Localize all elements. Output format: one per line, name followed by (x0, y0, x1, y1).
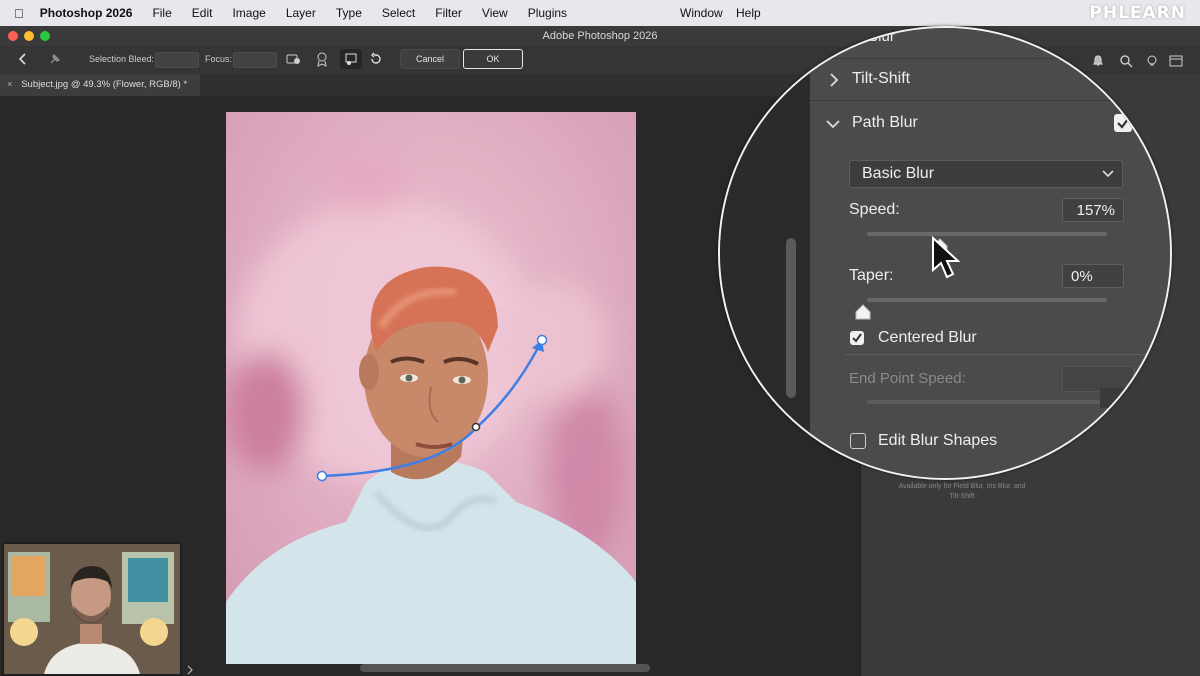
tab-close-icon[interactable]: × (7, 79, 13, 90)
centered-blur-label[interactable]: Centered Blur (878, 329, 977, 347)
speed-slider-track[interactable] (867, 232, 1107, 236)
menu-file[interactable]: File (152, 6, 171, 20)
iris-blur-label[interactable]: Iris Blur (844, 28, 895, 45)
remove-pin-toggle[interactable] (340, 49, 362, 69)
divider (810, 58, 1170, 59)
edit-blur-shapes-label[interactable]: Edit Blur Shapes (878, 432, 997, 450)
apple-icon[interactable]:  (14, 6, 24, 21)
blur-shapes-note: Available only for Field Blur, Iris Blur… (898, 483, 1026, 500)
menu-help[interactable]: Help (736, 6, 761, 20)
speed-value-field[interactable]: 157% (1062, 198, 1124, 222)
blur-path-start-handle[interactable] (316, 470, 328, 482)
high-quality-icon[interactable] (315, 51, 329, 67)
menu-view[interactable]: View (482, 6, 508, 20)
chevron-right-icon[interactable] (186, 665, 194, 675)
magnified-panel (810, 28, 1170, 478)
edit-blur-shapes-checkbox[interactable] (850, 433, 866, 449)
document-tab-title: Subject.jpg @ 49.3% (Flower, RGB/8) * (21, 79, 188, 90)
menu-plugins[interactable]: Plugins (528, 6, 567, 20)
taper-slider-thumb[interactable] (855, 304, 871, 320)
webcam-overlay (2, 542, 182, 676)
menu-filter[interactable]: Filter (435, 6, 462, 20)
taper-label: Taper: (849, 267, 894, 284)
end-point-speed-label: End Point Speed: (849, 370, 966, 387)
speed-label: Speed: (849, 201, 900, 218)
chevron-right-icon[interactable] (828, 72, 840, 88)
panel-shadow (1100, 388, 1170, 408)
selection-bleed-label: Selection Bleed: (89, 54, 155, 64)
portrait-illustration (226, 112, 636, 664)
end-point-speed-track (867, 400, 1107, 404)
blur-path-mid-handle[interactable] (471, 422, 481, 432)
divider (810, 100, 1170, 101)
path-blur-label[interactable]: Path Blur (852, 114, 918, 132)
magnified-scrollbar (786, 238, 796, 398)
macos-menubar:  Photoshop 2026 File Edit Image Layer T… (0, 0, 1200, 26)
chevron-down-icon (1102, 170, 1114, 178)
taper-slider-track[interactable] (867, 298, 1107, 302)
reset-icon[interactable] (369, 52, 383, 66)
presenter-video (4, 544, 180, 674)
magnified-canvas-edge (720, 28, 810, 478)
blur-path-end-handle[interactable] (536, 334, 548, 346)
focus-label: Focus: (205, 54, 233, 64)
selection-bleed-field[interactable] (155, 52, 199, 68)
menu-select[interactable]: Select (382, 6, 415, 20)
chevron-down-icon[interactable] (825, 118, 841, 130)
menu-window[interactable]: Window (680, 6, 723, 20)
menu-layer[interactable]: Layer (286, 6, 316, 20)
taper-value-field[interactable]: 0% (1062, 264, 1124, 288)
checkmark-icon (852, 333, 862, 343)
layout-icon[interactable] (1169, 54, 1187, 68)
blur-type-value: Basic Blur (862, 165, 935, 182)
remove-pin-icon (345, 53, 357, 65)
menu-edit[interactable]: Edit (192, 6, 213, 20)
menu-image[interactable]: Image (232, 6, 265, 20)
brand-logo: PHLEARN (1089, 3, 1186, 23)
pin-icon[interactable] (48, 52, 62, 66)
mouse-cursor-icon (932, 236, 960, 279)
blur-type-dropdown[interactable]: Basic Blur (849, 160, 1123, 188)
cancel-button[interactable]: Cancel (400, 49, 460, 69)
document-image[interactable] (226, 112, 636, 664)
ok-button[interactable]: OK (463, 49, 523, 69)
menu-type[interactable]: Type (336, 6, 362, 20)
zoom-magnifier: Iris Blur Tilt-Shift Path Blur Basic Blu… (718, 26, 1172, 480)
checkmark-icon (1117, 118, 1129, 129)
tilt-shift-label[interactable]: Tilt-Shift (852, 70, 910, 88)
divider (845, 354, 1145, 355)
centered-blur-checkbox[interactable] (850, 331, 864, 345)
menu-app-name[interactable]: Photoshop 2026 (40, 6, 133, 20)
path-blur-checkbox[interactable] (1114, 114, 1132, 132)
document-tab[interactable]: × Subject.jpg @ 49.3% (Flower, RGB/8) * (0, 74, 200, 96)
focus-field[interactable] (233, 52, 277, 68)
horizontal-scrollbar[interactable] (360, 664, 650, 672)
back-arrow-icon[interactable] (16, 52, 30, 66)
save-mask-icon[interactable] (286, 52, 302, 66)
